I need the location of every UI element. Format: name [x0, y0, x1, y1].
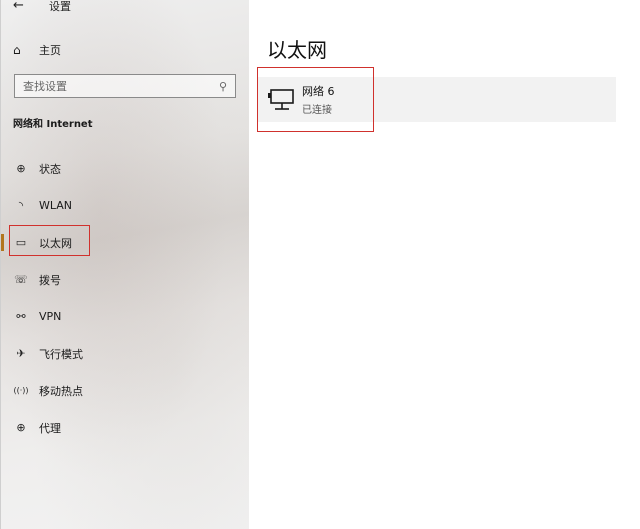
sidebar-item-status[interactable]: ⊕ 状态: [1, 150, 250, 187]
sidebar-item-dialup[interactable]: ☏ 拨号: [1, 261, 250, 298]
sidebar-item-label: VPN: [39, 310, 62, 323]
search-input[interactable]: 查找设置 ⚲: [14, 74, 236, 98]
airplane-icon: ✈: [16, 347, 26, 360]
home-label: 主页: [39, 44, 61, 57]
wifi-icon: ◝: [18, 199, 24, 212]
back-button[interactable]: ←: [13, 0, 24, 13]
sidebar-item-airplane-mode[interactable]: ✈ 飞行模式: [1, 335, 250, 372]
sidebar-item-label: 状态: [39, 162, 61, 176]
search-placeholder: 查找设置: [23, 80, 67, 93]
sidebar-item-label: 飞行模式: [39, 347, 83, 361]
section-title: 网络和 Internet: [13, 119, 93, 130]
home-icon: ⌂: [13, 43, 21, 57]
sidebar-item-wlan[interactable]: ◝ WLAN: [1, 187, 250, 224]
page-title: 以太网: [267, 38, 327, 62]
sidebar-item-mobile-hotspot[interactable]: ((·)) 移动热点: [1, 372, 250, 409]
ethernet-network-icon: [268, 88, 294, 110]
ethernet-icon: ▭: [15, 236, 27, 249]
app-title: 设置: [49, 0, 71, 13]
sidebar-nav: ⊕ 状态 ◝ WLAN ▭ 以太网 ☏ 拨号 ⚯ VPN ✈ 飞行模式 ((·)…: [1, 150, 250, 446]
vpn-icon: ⚯: [16, 310, 26, 323]
sidebar-item-label: 以太网: [39, 236, 72, 250]
sidebar-item-ethernet[interactable]: ▭ 以太网: [1, 224, 250, 261]
title-bar: ← 设置: [1, 0, 250, 14]
network-status: 已连接: [302, 105, 332, 116]
sidebar-item-vpn[interactable]: ⚯ VPN: [1, 298, 250, 335]
network-name: 网络 6: [302, 85, 335, 98]
network-card[interactable]: 网络 6 已连接: [258, 77, 616, 122]
main-content: 以太网 网络 6 已连接: [249, 0, 640, 529]
network-status-icon: ⊕: [16, 162, 26, 175]
proxy-globe-icon: ⊕: [16, 421, 26, 434]
sidebar-item-label: 移动热点: [39, 384, 83, 398]
sidebar: ← 设置 ⌂ 主页 查找设置 ⚲ 网络和 Internet ⊕ 状态 ◝ WLA…: [0, 0, 249, 529]
sidebar-item-proxy[interactable]: ⊕ 代理: [1, 409, 250, 446]
active-indicator: [1, 234, 4, 251]
sidebar-item-label: WLAN: [39, 199, 73, 212]
sidebar-item-label: 代理: [39, 421, 61, 435]
hotspot-icon: ((·)): [13, 386, 29, 395]
home-link[interactable]: ⌂ 主页: [13, 40, 61, 60]
dialup-icon: ☏: [14, 273, 28, 286]
sidebar-item-label: 拨号: [39, 273, 61, 287]
search-icon[interactable]: ⚲: [219, 80, 227, 93]
